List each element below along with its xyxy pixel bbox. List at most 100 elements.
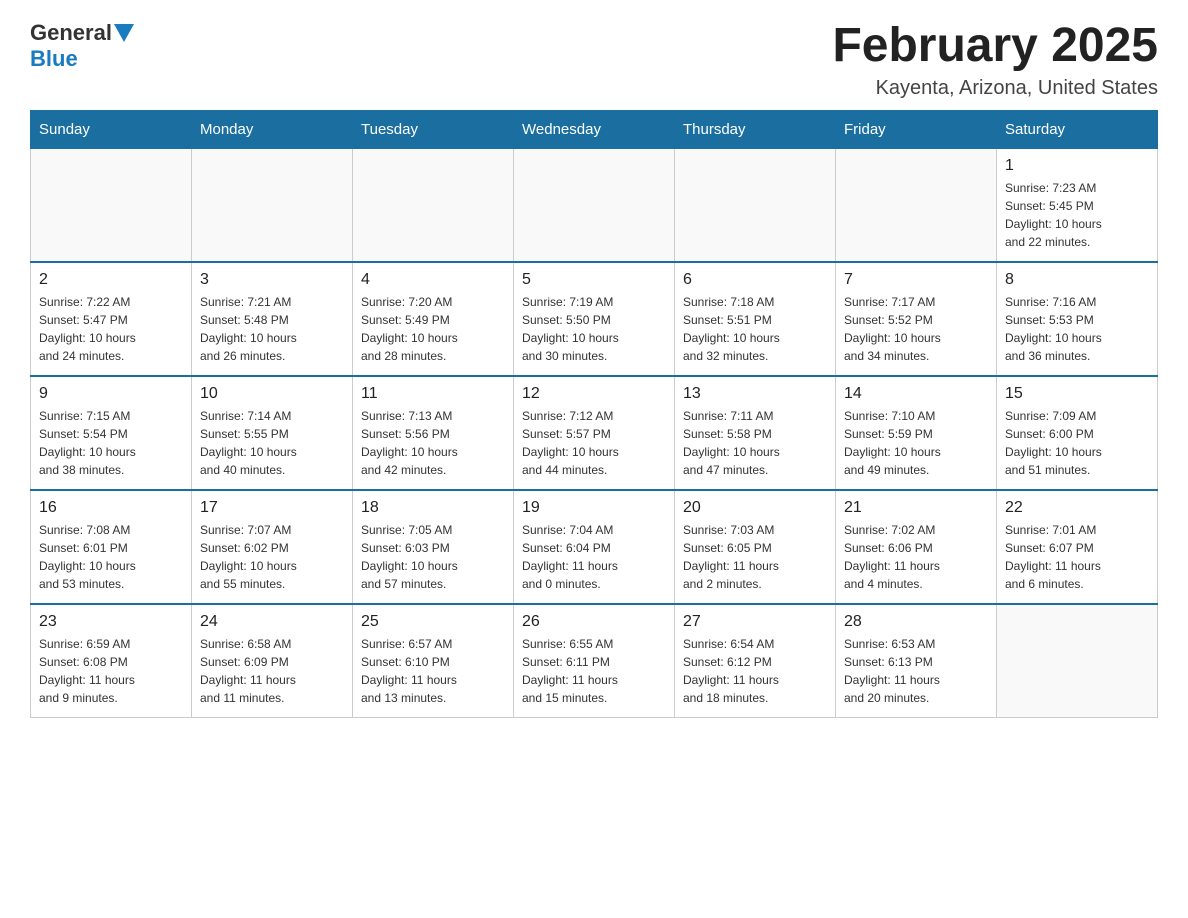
day-number: 4 (361, 271, 505, 289)
day-info: Sunrise: 7:19 AMSunset: 5:50 PMDaylight:… (522, 293, 666, 365)
calendar-cell (353, 148, 514, 262)
day-info: Sunrise: 7:17 AMSunset: 5:52 PMDaylight:… (844, 293, 988, 365)
day-number: 1 (1005, 157, 1149, 175)
weekday-header-tuesday: Tuesday (353, 110, 514, 148)
logo-general-text: General (30, 20, 112, 46)
calendar-cell: 22 Sunrise: 7:01 AMSunset: 6:07 PMDayligh… (997, 490, 1158, 604)
weekday-header-thursday: Thursday (675, 110, 836, 148)
calendar-cell: 27Sunrise: 6:54 AMSunset: 6:12 PMDayligh… (675, 604, 836, 718)
day-info: Sunrise: 6:54 AMSunset: 6:12 PMDaylight:… (683, 635, 827, 707)
calendar-week-row: 1 Sunrise: 7:23 AMSunset: 5:45 PMDaylight… (31, 148, 1158, 262)
calendar-cell: 16Sunrise: 7:08 AMSunset: 6:01 PMDayligh… (31, 490, 192, 604)
calendar-cell: 9 Sunrise: 7:15 AMSunset: 5:54 PMDaylight… (31, 376, 192, 490)
calendar-table: SundayMondayTuesdayWednesdayThursdayFrid… (30, 110, 1158, 718)
location-label: Kayenta, Arizona, United States (832, 77, 1158, 100)
calendar-cell (31, 148, 192, 262)
calendar-cell: 12Sunrise: 7:12 AMSunset: 5:57 PMDayligh… (514, 376, 675, 490)
calendar-cell: 1 Sunrise: 7:23 AMSunset: 5:45 PMDaylight… (997, 148, 1158, 262)
calendar-cell: 13 Sunrise: 7:11 AMSunset: 5:58 PMDayligh… (675, 376, 836, 490)
calendar-week-row: 9 Sunrise: 7:15 AMSunset: 5:54 PMDaylight… (31, 376, 1158, 490)
calendar-cell: 3 Sunrise: 7:21 AMSunset: 5:48 PMDaylight… (192, 262, 353, 376)
calendar-cell (192, 148, 353, 262)
day-number: 23 (39, 613, 183, 631)
day-info: Sunrise: 7:01 AMSunset: 6:07 PMDaylight:… (1005, 521, 1149, 593)
day-info: Sunrise: 6:55 AMSunset: 6:11 PMDaylight:… (522, 635, 666, 707)
logo: General Blue (30, 20, 136, 72)
day-number: 16 (39, 499, 183, 517)
calendar-week-row: 16Sunrise: 7:08 AMSunset: 6:01 PMDayligh… (31, 490, 1158, 604)
day-info: Sunrise: 7:09 AMSunset: 6:00 PMDaylight:… (1005, 407, 1149, 479)
day-info: Sunrise: 7:14 AMSunset: 5:55 PMDaylight:… (200, 407, 344, 479)
calendar-cell (836, 148, 997, 262)
day-number: 19 (522, 499, 666, 517)
calendar-cell: 28 Sunrise: 6:53 AMSunset: 6:13 PMDayligh… (836, 604, 997, 718)
page-header: General Blue February 2025 Kayenta, Ariz… (30, 20, 1158, 100)
day-number: 2 (39, 271, 183, 289)
calendar-cell: 6 Sunrise: 7:18 AMSunset: 5:51 PMDaylight… (675, 262, 836, 376)
day-number: 28 (844, 613, 988, 631)
day-info: Sunrise: 6:59 AMSunset: 6:08 PMDaylight:… (39, 635, 183, 707)
day-info: Sunrise: 7:07 AMSunset: 6:02 PMDaylight:… (200, 521, 344, 593)
day-info: Sunrise: 7:20 AMSunset: 5:49 PMDaylight:… (361, 293, 505, 365)
calendar-cell: 19 Sunrise: 7:04 AMSunset: 6:04 PMDayligh… (514, 490, 675, 604)
calendar-cell: 21 Sunrise: 7:02 AMSunset: 6:06 PMDayligh… (836, 490, 997, 604)
weekday-header-monday: Monday (192, 110, 353, 148)
day-info: Sunrise: 6:53 AMSunset: 6:13 PMDaylight:… (844, 635, 988, 707)
day-number: 13 (683, 385, 827, 403)
calendar-cell: 14 Sunrise: 7:10 AMSunset: 5:59 PMDayligh… (836, 376, 997, 490)
day-number: 9 (39, 385, 183, 403)
day-number: 17 (200, 499, 344, 517)
day-number: 26 (522, 613, 666, 631)
day-number: 24 (200, 613, 344, 631)
calendar-week-row: 23 Sunrise: 6:59 AMSunset: 6:08 PMDayligh… (31, 604, 1158, 718)
day-info: Sunrise: 7:22 AMSunset: 5:47 PMDaylight:… (39, 293, 183, 365)
calendar-header-row: SundayMondayTuesdayWednesdayThursdayFrid… (31, 110, 1158, 148)
day-number: 7 (844, 271, 988, 289)
day-info: Sunrise: 7:13 AMSunset: 5:56 PMDaylight:… (361, 407, 505, 479)
weekday-header-saturday: Saturday (997, 110, 1158, 148)
calendar-cell: 18 Sunrise: 7:05 AMSunset: 6:03 PMDayligh… (353, 490, 514, 604)
month-title: February 2025 (832, 20, 1158, 73)
day-number: 8 (1005, 271, 1149, 289)
calendar-cell (514, 148, 675, 262)
calendar-cell: 15Sunrise: 7:09 AMSunset: 6:00 PMDayligh… (997, 376, 1158, 490)
day-number: 18 (361, 499, 505, 517)
calendar-cell: 24 Sunrise: 6:58 AMSunset: 6:09 PMDayligh… (192, 604, 353, 718)
calendar-cell: 26 Sunrise: 6:55 AMSunset: 6:11 PMDayligh… (514, 604, 675, 718)
day-info: Sunrise: 7:10 AMSunset: 5:59 PMDaylight:… (844, 407, 988, 479)
day-info: Sunrise: 7:23 AMSunset: 5:45 PMDaylight:… (1005, 179, 1149, 251)
calendar-cell: 23 Sunrise: 6:59 AMSunset: 6:08 PMDayligh… (31, 604, 192, 718)
day-info: Sunrise: 7:16 AMSunset: 5:53 PMDaylight:… (1005, 293, 1149, 365)
day-info: Sunrise: 7:05 AMSunset: 6:03 PMDaylight:… (361, 521, 505, 593)
calendar-cell: 25Sunrise: 6:57 AMSunset: 6:10 PMDayligh… (353, 604, 514, 718)
calendar-cell: 17 Sunrise: 7:07 AMSunset: 6:02 PMDayligh… (192, 490, 353, 604)
day-number: 10 (200, 385, 344, 403)
weekday-header-sunday: Sunday (31, 110, 192, 148)
day-number: 20 (683, 499, 827, 517)
calendar-cell: 2 Sunrise: 7:22 AMSunset: 5:47 PMDaylight… (31, 262, 192, 376)
day-info: Sunrise: 7:02 AMSunset: 6:06 PMDaylight:… (844, 521, 988, 593)
day-info: Sunrise: 6:58 AMSunset: 6:09 PMDaylight:… (200, 635, 344, 707)
calendar-cell (997, 604, 1158, 718)
calendar-cell: 5Sunrise: 7:19 AMSunset: 5:50 PMDaylight… (514, 262, 675, 376)
day-info: Sunrise: 7:18 AMSunset: 5:51 PMDaylight:… (683, 293, 827, 365)
calendar-cell: 7 Sunrise: 7:17 AMSunset: 5:52 PMDaylight… (836, 262, 997, 376)
calendar-cell: 8 Sunrise: 7:16 AMSunset: 5:53 PMDaylight… (997, 262, 1158, 376)
calendar-cell (675, 148, 836, 262)
day-number: 14 (844, 385, 988, 403)
day-number: 21 (844, 499, 988, 517)
day-info: Sunrise: 7:11 AMSunset: 5:58 PMDaylight:… (683, 407, 827, 479)
logo-blue-text: Blue (30, 46, 78, 72)
calendar-week-row: 2 Sunrise: 7:22 AMSunset: 5:47 PMDaylight… (31, 262, 1158, 376)
day-number: 3 (200, 271, 344, 289)
calendar-cell: 10 Sunrise: 7:14 AMSunset: 5:55 PMDayligh… (192, 376, 353, 490)
day-info: Sunrise: 7:21 AMSunset: 5:48 PMDaylight:… (200, 293, 344, 365)
day-info: Sunrise: 7:03 AMSunset: 6:05 PMDaylight:… (683, 521, 827, 593)
day-number: 6 (683, 271, 827, 289)
weekday-header-wednesday: Wednesday (514, 110, 675, 148)
day-info: Sunrise: 7:15 AMSunset: 5:54 PMDaylight:… (39, 407, 183, 479)
calendar-cell: 4 Sunrise: 7:20 AMSunset: 5:49 PMDaylight… (353, 262, 514, 376)
day-number: 22 (1005, 499, 1149, 517)
day-number: 25 (361, 613, 505, 631)
day-info: Sunrise: 7:04 AMSunset: 6:04 PMDaylight:… (522, 521, 666, 593)
